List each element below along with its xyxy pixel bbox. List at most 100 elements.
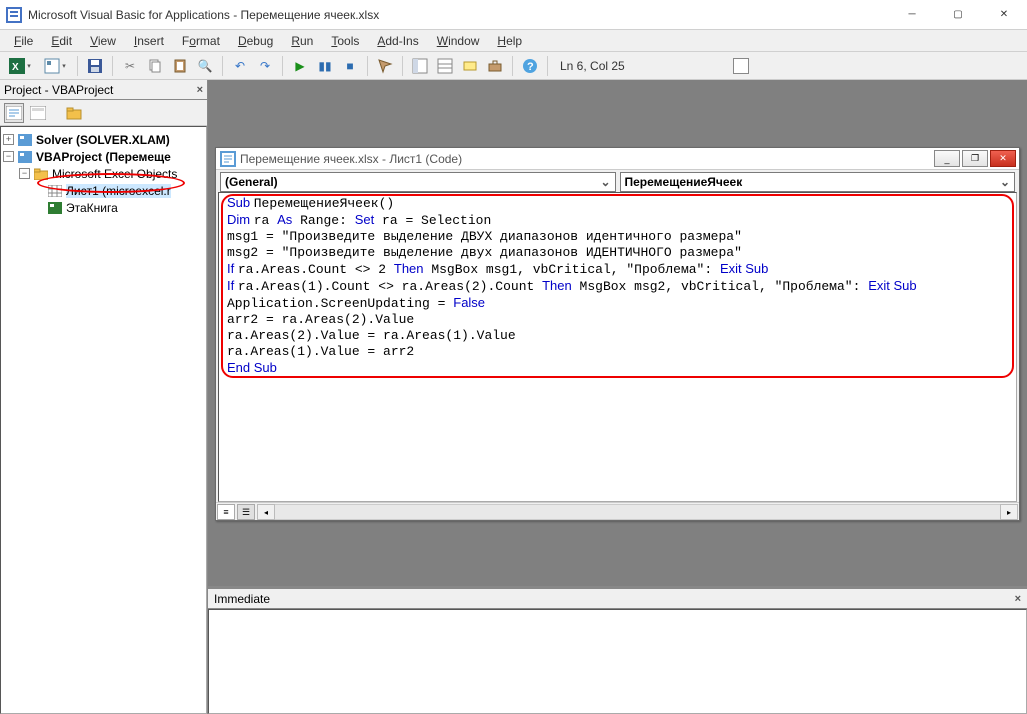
toolbar-empty-box[interactable] bbox=[733, 58, 749, 74]
code-window: Перемещение ячеек.xlsx - Лист1 (Code) _ … bbox=[215, 147, 1020, 521]
toolbox-button[interactable] bbox=[484, 55, 506, 77]
menu-file[interactable]: File bbox=[6, 32, 41, 50]
code-text[interactable]: Sub ПеремещениеЯчеек() Dim ra As Range: … bbox=[227, 195, 1012, 377]
separator bbox=[367, 56, 368, 76]
project-toolbar bbox=[0, 100, 207, 126]
separator bbox=[402, 56, 403, 76]
project-icon bbox=[17, 150, 33, 164]
expand-icon[interactable]: + bbox=[3, 134, 14, 145]
tree-label: Solver (SOLVER.XLAM) bbox=[36, 133, 170, 147]
insert-module-button[interactable] bbox=[39, 55, 71, 77]
code-window-title: Перемещение ячеек.xlsx - Лист1 (Code) bbox=[240, 152, 934, 166]
find-button[interactable]: 🔍 bbox=[194, 55, 216, 77]
separator bbox=[112, 56, 113, 76]
properties-button[interactable] bbox=[434, 55, 456, 77]
tree-node-thisworkbook[interactable]: ЭтаКнига bbox=[3, 199, 204, 216]
separator bbox=[282, 56, 283, 76]
svg-text:?: ? bbox=[527, 61, 534, 73]
save-button[interactable] bbox=[84, 55, 106, 77]
menu-tools[interactable]: Tools bbox=[323, 32, 367, 50]
window-titlebar: Microsoft Visual Basic for Applications … bbox=[0, 0, 1027, 30]
separator bbox=[512, 56, 513, 76]
procedure-dropdown-value: ПеремещениеЯчеек bbox=[625, 175, 743, 189]
tree-node-vbaproject[interactable]: − VBAProject (Перемеще bbox=[3, 148, 204, 165]
tree-label: VBAProject (Перемеще bbox=[36, 150, 171, 164]
code-window-minimize-button[interactable]: _ bbox=[934, 150, 960, 167]
immediate-input[interactable] bbox=[208, 609, 1027, 714]
menu-insert[interactable]: Insert bbox=[126, 32, 172, 50]
break-button[interactable]: ▮▮ bbox=[314, 55, 336, 77]
cut-button[interactable]: ✂ bbox=[119, 55, 141, 77]
menu-view[interactable]: View bbox=[82, 32, 124, 50]
project-tree[interactable]: + Solver (SOLVER.XLAM) − VBAProject (Пер… bbox=[0, 126, 207, 714]
project-icon bbox=[17, 133, 33, 147]
mdi-workspace: Перемещение ячеек.xlsx - Лист1 (Code) _ … bbox=[208, 80, 1027, 714]
toolbar: X ✂ 🔍 ↶ ↷ ▶ ▮▮ ■ ? Ln 6, Col 25 bbox=[0, 52, 1027, 80]
code-window-titlebar[interactable]: Перемещение ячеек.xlsx - Лист1 (Code) _ … bbox=[216, 148, 1019, 170]
object-browser-button[interactable] bbox=[459, 55, 481, 77]
project-explorer-close-button[interactable]: × bbox=[197, 84, 203, 96]
full-module-view-button[interactable]: ☰ bbox=[237, 504, 255, 520]
workbook-icon bbox=[47, 201, 63, 215]
horizontal-scrollbar[interactable] bbox=[257, 504, 1018, 520]
code-dropdowns: (General) ПеремещениеЯчеек bbox=[216, 170, 1019, 192]
view-code-button[interactable] bbox=[4, 103, 24, 123]
window-minimize-button[interactable]: ─ bbox=[889, 0, 935, 30]
help-button[interactable]: ? bbox=[519, 55, 541, 77]
tree-label: Лист1 (microexcel.r bbox=[66, 184, 171, 198]
view-object-button[interactable] bbox=[28, 103, 48, 123]
project-explorer-title-text: Project - VBAProject bbox=[4, 83, 113, 97]
code-editor[interactable]: Sub ПеремещениеЯчеек() Dim ra As Range: … bbox=[218, 192, 1017, 502]
view-excel-button[interactable]: X bbox=[4, 55, 36, 77]
menu-edit[interactable]: Edit bbox=[43, 32, 80, 50]
immediate-window: Immediate × bbox=[208, 586, 1027, 714]
menu-addins[interactable]: Add-Ins bbox=[369, 32, 426, 50]
project-explorer-title: Project - VBAProject × bbox=[0, 80, 207, 100]
copy-button[interactable] bbox=[144, 55, 166, 77]
folder-icon bbox=[33, 167, 49, 181]
undo-button[interactable]: ↶ bbox=[229, 55, 251, 77]
menubar: File Edit View Insert Format Debug Run T… bbox=[0, 30, 1027, 52]
immediate-title: Immediate × bbox=[208, 589, 1027, 609]
window-maximize-button[interactable]: ▢ bbox=[935, 0, 981, 30]
project-explorer: Project - VBAProject × + Solver (SOLVER.… bbox=[0, 80, 208, 714]
object-dropdown[interactable]: (General) bbox=[220, 172, 616, 192]
window-title: Microsoft Visual Basic for Applications … bbox=[28, 8, 889, 22]
worksheet-icon bbox=[47, 184, 63, 198]
reset-button[interactable]: ■ bbox=[339, 55, 361, 77]
window-close-button[interactable]: ✕ bbox=[981, 0, 1027, 30]
tree-label: ЭтаКнига bbox=[66, 201, 118, 215]
immediate-title-text: Immediate bbox=[214, 592, 270, 606]
tree-node-excel-objects[interactable]: − Microsoft Excel Objects bbox=[3, 165, 204, 182]
code-window-icon bbox=[220, 151, 236, 167]
collapse-icon[interactable]: − bbox=[19, 168, 30, 179]
project-explorer-button[interactable] bbox=[409, 55, 431, 77]
separator bbox=[77, 56, 78, 76]
vba-app-icon bbox=[6, 7, 22, 23]
tree-label: Microsoft Excel Objects bbox=[52, 167, 177, 181]
tree-node-solver[interactable]: + Solver (SOLVER.XLAM) bbox=[3, 131, 204, 148]
tree-node-sheet1[interactable]: Лист1 (microexcel.r bbox=[3, 182, 204, 199]
code-window-close-button[interactable]: ✕ bbox=[990, 150, 1016, 167]
menu-run[interactable]: Run bbox=[283, 32, 321, 50]
paste-button[interactable] bbox=[169, 55, 191, 77]
run-sub-button[interactable]: ▶ bbox=[289, 55, 311, 77]
object-dropdown-value: (General) bbox=[225, 175, 278, 189]
menu-format[interactable]: Format bbox=[174, 32, 228, 50]
svg-text:X: X bbox=[12, 62, 19, 73]
menu-debug[interactable]: Debug bbox=[230, 32, 281, 50]
code-window-maximize-button[interactable]: ❐ bbox=[962, 150, 988, 167]
menu-help[interactable]: Help bbox=[489, 32, 530, 50]
immediate-close-button[interactable]: × bbox=[1015, 593, 1021, 605]
menu-window[interactable]: Window bbox=[429, 32, 488, 50]
collapse-icon[interactable]: − bbox=[3, 151, 14, 162]
separator bbox=[222, 56, 223, 76]
separator bbox=[547, 56, 548, 76]
toggle-folders-button[interactable] bbox=[64, 103, 84, 123]
redo-button[interactable]: ↷ bbox=[254, 55, 276, 77]
cursor-position-label: Ln 6, Col 25 bbox=[560, 59, 730, 73]
code-window-statusbar: ≡ ☰ bbox=[216, 502, 1019, 520]
procedure-dropdown[interactable]: ПеремещениеЯчеек bbox=[620, 172, 1016, 192]
design-mode-button[interactable] bbox=[374, 55, 396, 77]
procedure-view-button[interactable]: ≡ bbox=[217, 504, 235, 520]
